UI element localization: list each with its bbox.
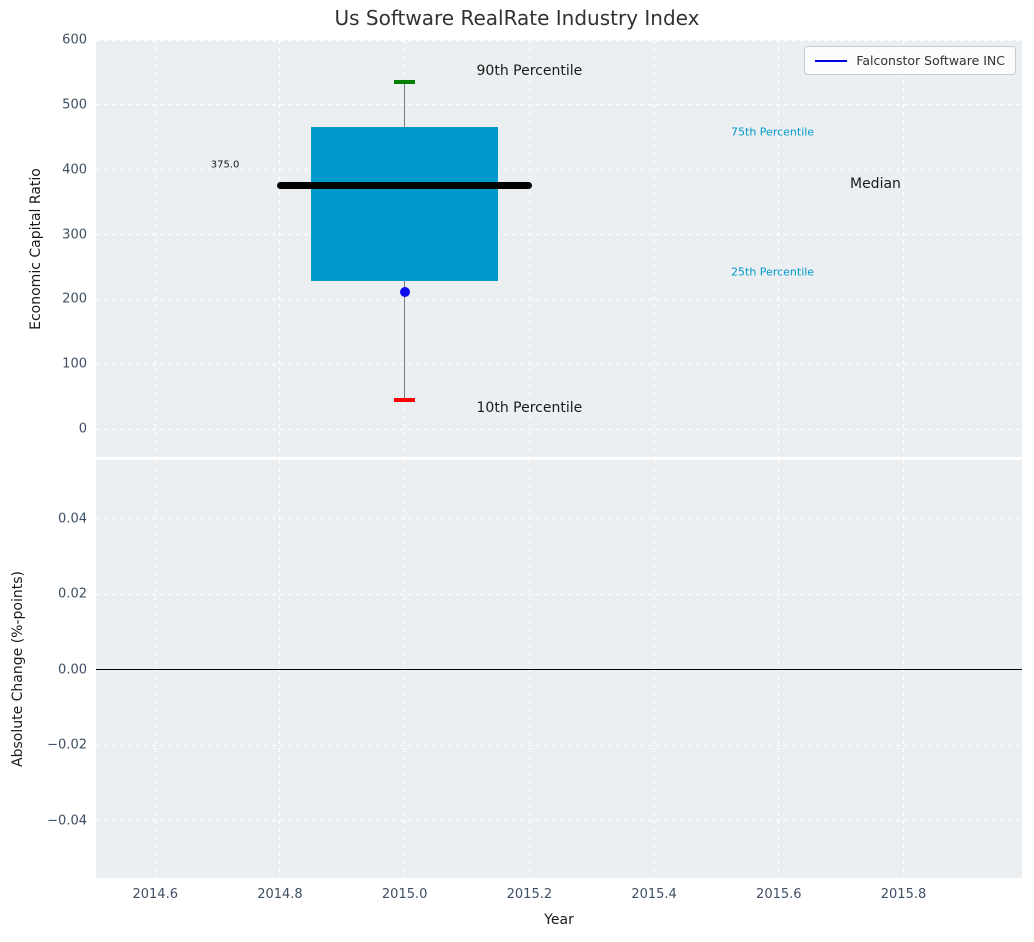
x-tick-label: 2015.6 (756, 887, 802, 902)
annotation-90th-percentile: 90th Percentile (476, 63, 583, 80)
annotation-375-0: 375.0 (210, 159, 240, 171)
y-tick-label: 600 (62, 32, 87, 48)
y-tick-label: 0.04 (58, 511, 87, 527)
annotation-25th-percentile: 25th Percentile (731, 265, 815, 279)
gridline-horizontal (96, 234, 1022, 236)
gridline-horizontal (96, 593, 1022, 595)
company-data-point (399, 286, 410, 297)
x-axis-label-year: Year (544, 912, 574, 928)
whisker-cap-bottom (394, 397, 416, 402)
y-tick-label: 300 (62, 227, 87, 243)
legend: Falconstor Software INC (804, 46, 1016, 75)
annotation-75th-percentile: 75th Percentile (731, 125, 815, 139)
annotation-median: Median (849, 175, 901, 192)
gridline-horizontal (96, 744, 1022, 746)
y-axis-label-absolute-change: Absolute Change (%-points) (10, 571, 26, 767)
axes-absolute-change (96, 460, 1022, 878)
gridline-vertical (154, 40, 156, 457)
gridline-vertical (653, 40, 655, 457)
y-tick-label: 100 (62, 356, 87, 372)
gridline-horizontal (96, 39, 1022, 41)
legend-line-sample (815, 59, 848, 62)
y-tick-label: 200 (62, 291, 87, 307)
chart-figure: Us Software RealRate Industry Index 375.… (0, 0, 1034, 942)
y-tick-label: −0.02 (47, 737, 87, 753)
median-line (276, 182, 533, 190)
x-tick-label: 2014.8 (257, 887, 303, 902)
gridline-vertical (528, 40, 530, 457)
axes-economic-capital-ratio: 375.0 90th Percentile 10th Percentile 75th … (96, 39, 1022, 457)
gridline-vertical (903, 40, 905, 457)
legend-label: Falconstor Software INC (856, 53, 1005, 68)
gridline-horizontal (96, 363, 1022, 365)
gridline-vertical (279, 40, 281, 457)
gridline-horizontal (96, 428, 1022, 430)
percentile-box (311, 126, 499, 282)
x-tick-label: 2015.0 (381, 887, 428, 902)
y-tick-label: 0.02 (58, 586, 87, 602)
y-axis-label-economic-capital-ratio: Economic Capital Ratio (28, 167, 44, 330)
y-tick-label: 400 (62, 162, 87, 178)
x-tick-label: 2015.2 (506, 887, 553, 902)
zero-line (96, 668, 1022, 671)
gridline-horizontal (96, 104, 1022, 106)
y-tick-label: 0.00 (58, 662, 87, 678)
x-tick-label: 2014.6 (132, 887, 178, 902)
gridline-horizontal (96, 298, 1022, 300)
gridline-vertical (778, 40, 780, 457)
x-tick-label: 2015.4 (631, 887, 677, 902)
y-tick-label: 500 (62, 97, 87, 113)
x-tick-label: 2015.8 (880, 887, 927, 902)
whisker-cap-top (394, 80, 416, 85)
chart-title: Us Software RealRate Industry Index (334, 6, 700, 30)
gridline-horizontal (96, 518, 1022, 520)
gridline-horizontal (96, 820, 1022, 822)
annotation-10th-percentile: 10th Percentile (476, 399, 583, 416)
y-tick-label: −0.04 (47, 813, 87, 829)
y-tick-label: 0 (78, 421, 87, 437)
